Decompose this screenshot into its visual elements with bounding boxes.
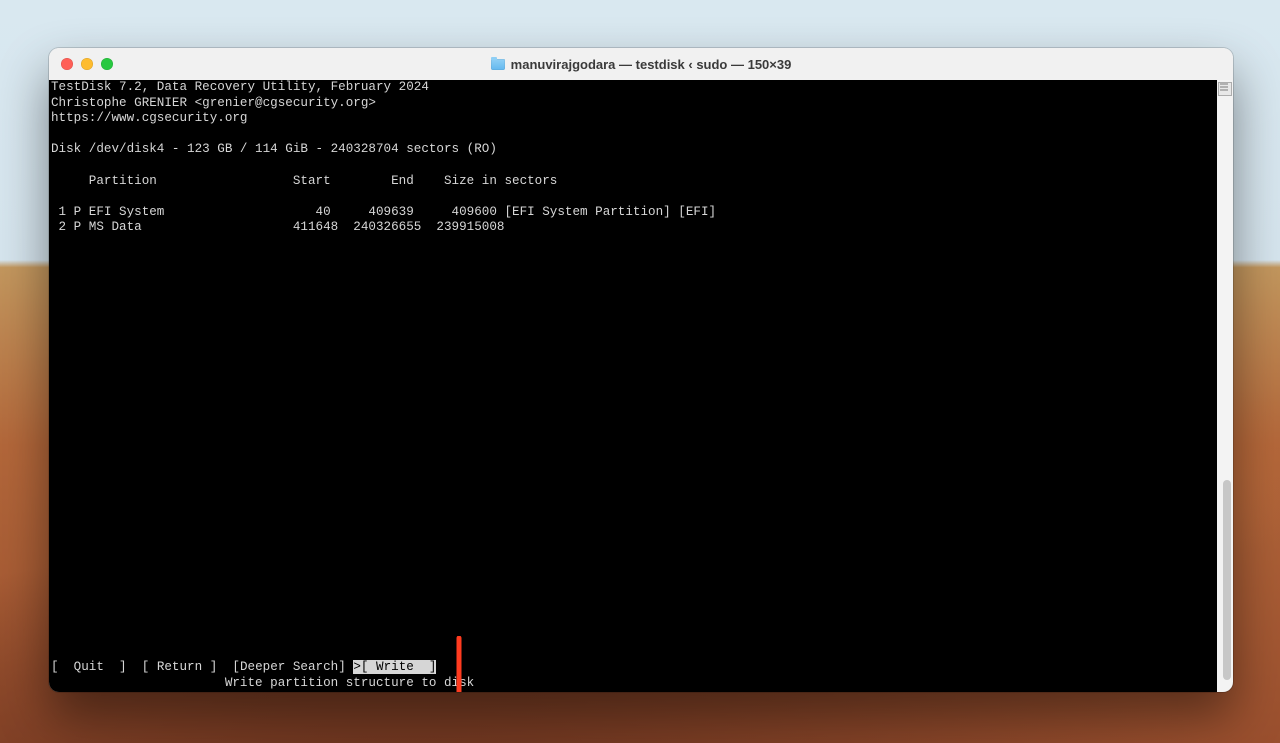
window-titlebar[interactable]: manuvirajgodara — testdisk ‹ sudo — 150×… (49, 48, 1233, 80)
header-line-3: https://www.cgsecurity.org (51, 111, 248, 125)
help-line: Write partition structure to disk (51, 676, 474, 692)
terminal-text[interactable]: TestDisk 7.2, Data Recovery Utility, Feb… (49, 80, 1217, 692)
menu-return[interactable]: [ Return ] (142, 660, 218, 674)
close-button[interactable] (61, 58, 73, 70)
terminal-content-area: TestDisk 7.2, Data Recovery Utility, Feb… (49, 80, 1233, 692)
disk-info-line: Disk /dev/disk4 - 123 GB / 114 GiB - 240… (51, 142, 497, 156)
scrollbar-handle-icon[interactable] (1218, 82, 1232, 96)
header-line-2: Christophe GRENIER <grenier@cgsecurity.o… (51, 96, 376, 110)
traffic-lights (61, 58, 113, 70)
terminal-scrollbar[interactable] (1217, 80, 1233, 692)
columns-header: Partition Start End Size in sectors (51, 174, 557, 188)
folder-icon (491, 59, 505, 70)
partition-row-1[interactable]: 1 P EFI System 40 409639 409600 [EFI Sys… (51, 205, 716, 219)
scrollbar-thumb[interactable] (1223, 480, 1231, 680)
maximize-button[interactable] (101, 58, 113, 70)
window-title-text: manuvirajgodara — testdisk ‹ sudo — 150×… (511, 57, 792, 72)
menu-quit[interactable]: [ Quit ] (51, 660, 127, 674)
window-title: manuvirajgodara — testdisk ‹ sudo — 150×… (49, 57, 1233, 72)
terminal-header-block: TestDisk 7.2, Data Recovery Utility, Feb… (51, 80, 716, 236)
header-line-1: TestDisk 7.2, Data Recovery Utility, Feb… (51, 80, 429, 94)
partition-row-2[interactable]: 2 P MS Data 411648 240326655 239915008 (51, 220, 504, 234)
terminal-window: manuvirajgodara — testdisk ‹ sudo — 150×… (49, 48, 1233, 692)
minimize-button[interactable] (81, 58, 93, 70)
desktop-background: manuvirajgodara — testdisk ‹ sudo — 150×… (0, 0, 1280, 743)
menu-deeper-search[interactable]: [Deeper Search] (232, 660, 345, 674)
menu-row: [ Quit ] [ Return ] [Deeper Search] >[ W… (51, 660, 436, 676)
menu-write-selected[interactable]: >[ Write ] (353, 660, 436, 674)
